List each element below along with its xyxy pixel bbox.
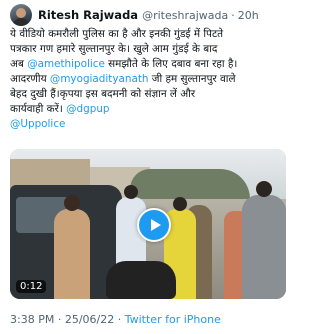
mention-dgpup[interactable]: @dgpup [66, 103, 109, 115]
text-segment: बेहद दुखी हैं।कृपया इस बदमनी को संज्ञान … [10, 88, 196, 100]
avatar-face [16, 8, 26, 18]
footer-separator: · [54, 313, 65, 326]
video-scene-motorbike [106, 261, 176, 299]
video-scene-trees [130, 169, 250, 199]
video-scene-person [54, 195, 90, 299]
tweet-time[interactable]: 3:38 PM [10, 313, 54, 326]
footer-separator: · [114, 313, 125, 326]
avatar[interactable] [10, 4, 32, 26]
text-segment: समझौते के लिए दबाव बना रहा है। [104, 58, 238, 70]
tweet-text-line: बेहद दुखी हैं।कृपया इस बदमनी को संज्ञान … [10, 87, 288, 102]
video-media[interactable]: 0:12 [10, 149, 286, 299]
avatar-body [13, 18, 29, 26]
text-segment: ये वीडियो कमरौली पुलिस का है और इनकी गुं… [10, 28, 224, 40]
tweet-source[interactable]: Twitter for iPhone [125, 313, 221, 326]
tweet-header: Ritesh Rajwada @riteshrajwada · 20h [10, 4, 259, 26]
text-segment: पत्रकार गण हमारे सुल्तानपुर के। खुले आम … [10, 43, 218, 55]
tweet-card: Ritesh Rajwada @riteshrajwada · 20h ये व… [6, 0, 288, 334]
person-head [124, 185, 138, 199]
play-button[interactable] [137, 208, 171, 242]
author-handle[interactable]: @riteshrajwada [142, 9, 228, 22]
video-scene-person [242, 181, 286, 299]
relative-time[interactable]: 20h [238, 9, 259, 22]
tweet-text-line: अब @amethipolice समझौते के लिए दबाव बना … [10, 57, 288, 72]
video-duration: 0:12 [16, 280, 47, 293]
author-name[interactable]: Ritesh Rajwada [38, 8, 138, 22]
person-head [64, 195, 80, 211]
mention-uppolice[interactable]: @Uppolice [10, 118, 65, 130]
header-separator: · [231, 8, 235, 22]
tweet-text-line: ये वीडियो कमरौली पुलिस का है और इनकी गुं… [10, 27, 288, 42]
tweet-date[interactable]: 25/06/22 [65, 313, 114, 326]
tweet-text-line: कार्यवाही करें। @dgpup [10, 102, 288, 117]
tweet-text: ये वीडियो कमरौली पुलिस का है और इनकी गुं… [10, 27, 288, 132]
mention-amethipolice[interactable]: @amethipolice [27, 58, 105, 70]
tweet-text-line: आदरणीय @myogiadityanath जी हम सुल्तानपुर… [10, 72, 288, 87]
text-segment: आदरणीय [10, 73, 50, 85]
text-segment: अब [10, 58, 28, 70]
person-head [173, 197, 187, 211]
play-icon [151, 219, 161, 231]
tweet-text-line: पत्रकार गण हमारे सुल्तानपुर के। खुले आम … [10, 42, 288, 57]
mention-myogiadityanath[interactable]: @myogiadityanath [50, 73, 149, 85]
person-head [256, 181, 272, 197]
tweet-footer: 3:38 PM · 25/06/22 · Twitter for iPhone [10, 313, 221, 326]
tweet-text-line: @Uppolice [10, 117, 288, 132]
text-segment: कार्यवाही करें। [10, 103, 67, 115]
text-segment: जी हम सुल्तानपुर वाले [148, 73, 236, 85]
